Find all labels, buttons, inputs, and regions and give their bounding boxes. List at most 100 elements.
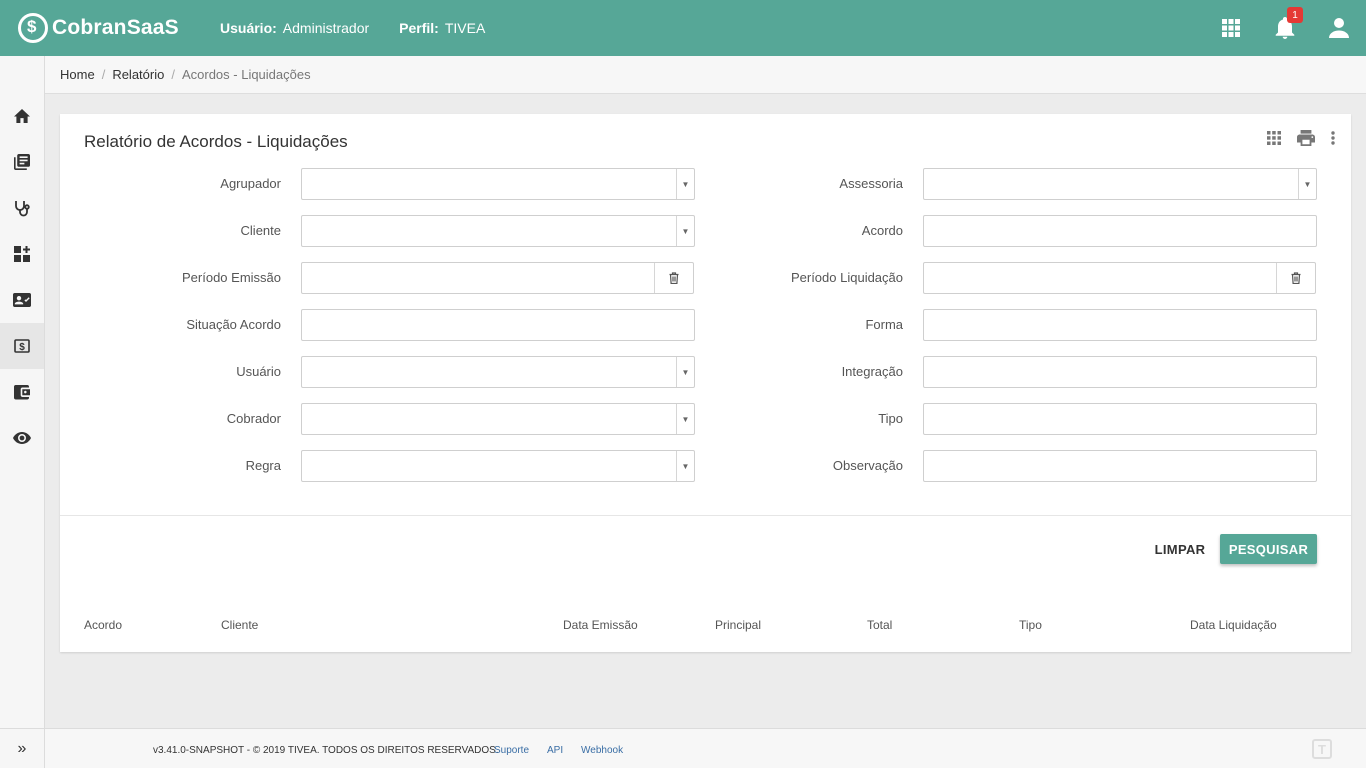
sidebar-expand-button[interactable]: » [0,728,44,768]
acordo-input[interactable] [923,215,1317,247]
eye-icon [13,432,31,444]
api-link[interactable]: API [547,745,563,756]
columns-button[interactable] [1267,131,1281,145]
breadcrumb-report[interactable]: Relatório [112,67,164,82]
library-books-icon [14,154,30,170]
apps-button[interactable] [1204,0,1258,56]
wallet-icon [14,384,30,399]
money-icon: $ [14,339,30,353]
user-value: Administrador [282,20,370,36]
chevron-down-icon: ▼ [676,169,694,199]
tipo-input[interactable] [923,403,1317,435]
chevron-down-icon: ▼ [676,404,694,434]
person-icon [1329,18,1349,38]
profile-label: Perfil: [399,20,439,36]
situacao-acordo-input[interactable] [301,309,695,341]
breadcrumb-home[interactable]: Home [60,67,95,82]
breadcrumb-separator: / [101,67,106,82]
breadcrumb: Home / Relatório / Acordos - Liquidações [45,56,1366,94]
cliente-label: Cliente [240,223,281,238]
sidebar-item-contacts[interactable] [0,277,44,323]
support-link[interactable]: Suporte [494,745,529,756]
column-header-principal[interactable]: Principal [715,618,761,632]
column-header-acordo[interactable]: Acordo [84,618,122,632]
form-divider [60,515,1351,516]
forma-input[interactable] [923,309,1317,341]
sidebar-item-wallet[interactable] [0,369,44,415]
svg-text:$: $ [19,342,25,353]
chevron-down-icon: ▼ [676,216,694,246]
clear-button[interactable]: LIMPAR [1145,534,1215,564]
column-header-cliente[interactable]: Cliente [221,618,258,632]
periodo-emissao-field[interactable] [301,262,694,294]
clear-date-button[interactable] [654,263,693,293]
periodo-liquidacao-field[interactable] [923,262,1316,294]
report-card: Relatório de Acordos - Liquidações Agrup… [60,114,1351,652]
sidebar-item-library[interactable] [0,139,44,185]
print-icon [1297,130,1315,146]
profile-value: TIVEA [444,20,486,36]
user-label: Usuário: [220,20,277,36]
clear-date-button[interactable] [1276,263,1315,293]
column-header-total[interactable]: Total [867,618,892,632]
sidebar-item-health[interactable] [0,185,44,231]
acordo-label: Acordo [861,223,903,238]
print-button[interactable] [1297,130,1315,146]
regra-label: Regra [245,458,281,473]
chevron-down-icon: ▼ [676,451,694,481]
cobrador-select[interactable]: ▼ [301,403,695,435]
sidebar-item-dashboard[interactable] [0,231,44,277]
card-toolbar [1251,130,1335,146]
assessoria-select[interactable]: ▼ [923,168,1317,200]
page-title: Relatório de Acordos - Liquidações [84,132,348,151]
sidebar-item-payments[interactable]: $ [0,323,44,369]
apps-grid-icon [1222,19,1240,37]
cliente-select[interactable]: ▼ [301,215,695,247]
sidebar-item-home[interactable] [0,93,44,139]
webhook-link[interactable]: Webhook [581,745,623,756]
app-brand: CobranSaaS [52,16,179,39]
agrupador-select[interactable]: ▼ [301,168,695,200]
cobrador-label: Cobrador [226,411,281,426]
stethoscope-icon [15,200,30,216]
copyright-text: v3.41.0-SNAPSHOT - © 2019 TIVEA. TODOS O… [153,745,499,756]
more-vertical-icon [1331,131,1335,145]
logo-icon [18,13,48,43]
grid-icon [1267,131,1281,145]
assessoria-label: Assessoria [839,176,903,191]
observacao-label: Observação [832,458,903,473]
breadcrumb-separator: / [171,67,175,82]
app-logo[interactable]: CobranSaaS [18,13,203,43]
sidebar: $ » [0,56,45,768]
user-info: Usuário: Administrador Perfil: TIVEA [220,20,515,36]
sidebar-item-monitor[interactable] [0,415,44,461]
double-chevron-right-icon: » [17,739,27,757]
periodo-liquidacao-label: Período Liquidação [790,270,903,285]
dashboard-add-icon [14,246,30,262]
brand-mark-icon: T [1312,739,1332,759]
situacao-acordo-label: Situação Acordo [186,317,281,332]
regra-select[interactable]: ▼ [301,450,695,482]
more-options-button[interactable] [1331,131,1335,145]
usuario-select[interactable]: ▼ [301,356,695,388]
usuario-label: Usuário [236,364,281,379]
chevron-down-icon: ▼ [1298,169,1316,199]
user-menu-button[interactable] [1312,0,1366,56]
notifications-button[interactable]: 1 [1258,0,1312,56]
footer: v3.41.0-SNAPSHOT - © 2019 TIVEA. TODOS O… [45,728,1366,768]
column-header-data-liquidacao[interactable]: Data Liquidação [1190,618,1277,632]
column-header-data-emissao[interactable]: Data Emissão [563,618,638,632]
search-button[interactable]: PESQUISAR [1220,534,1317,564]
contact-card-icon [13,293,31,307]
top-bar: CobranSaaS Usuário: Administrador Perfil… [0,0,1366,56]
integracao-label: Integração [841,364,903,379]
forma-label: Forma [865,317,903,332]
column-header-tipo[interactable]: Tipo [1019,618,1042,632]
integracao-input[interactable] [923,356,1317,388]
tipo-label: Tipo [878,411,903,426]
notification-badge: 1 [1287,7,1303,23]
breadcrumb-current: Acordos - Liquidações [181,67,311,82]
trash-icon [669,272,679,284]
observacao-input[interactable] [923,450,1317,482]
home-icon [14,109,30,123]
